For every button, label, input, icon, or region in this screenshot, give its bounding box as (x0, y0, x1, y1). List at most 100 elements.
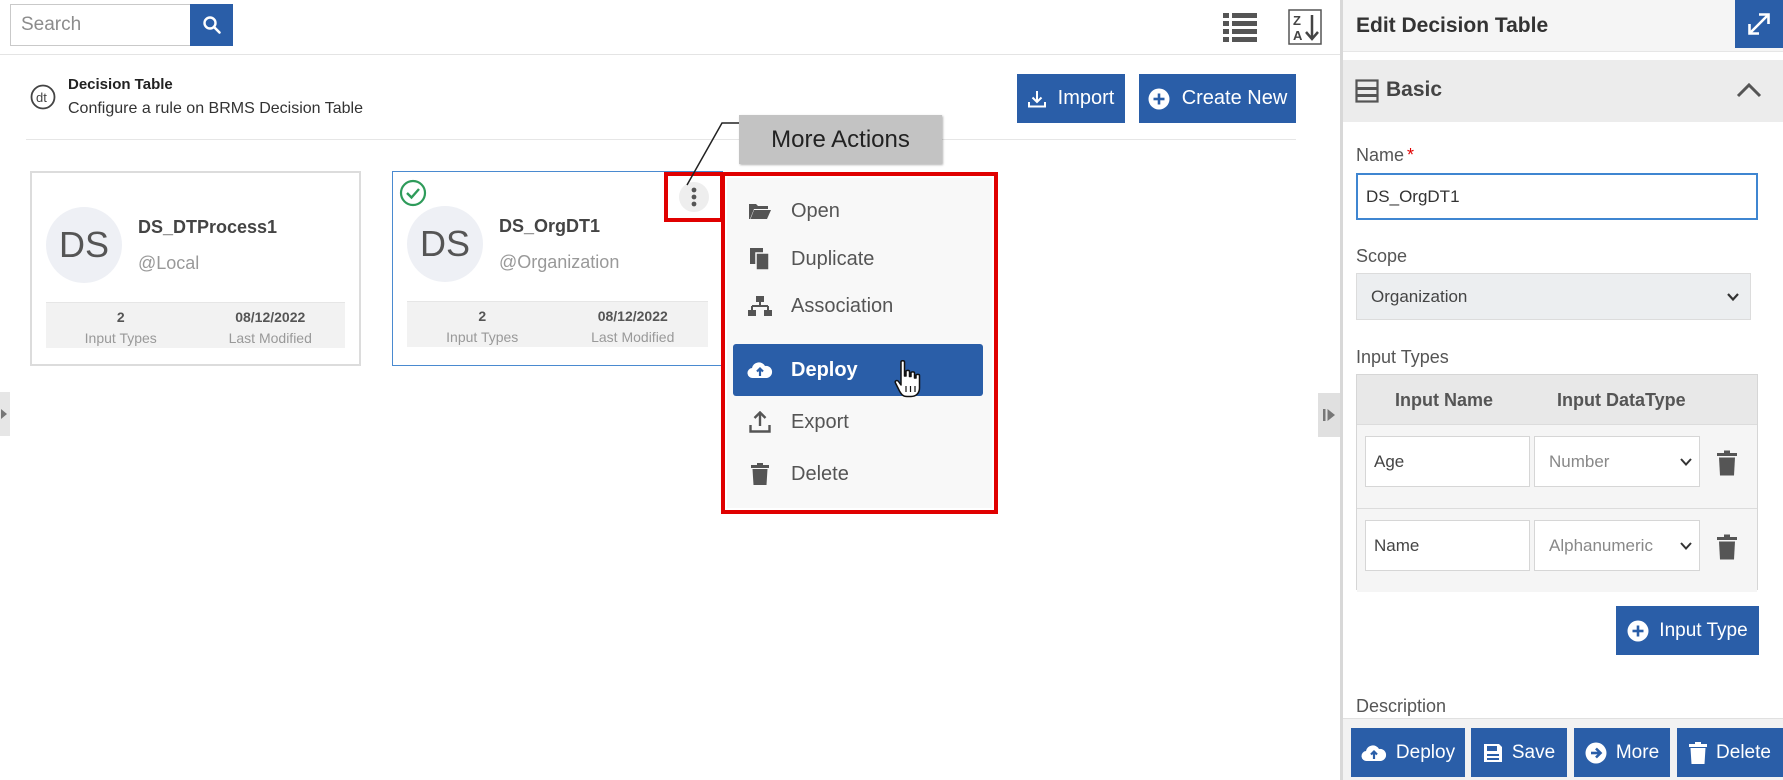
arrow-circle-right-icon (1585, 742, 1607, 763)
left-expand-tab[interactable] (0, 392, 10, 436)
decision-table-icon: dt (30, 84, 56, 110)
collapse-right-icon (1323, 409, 1335, 421)
import-button[interactable]: Import (1017, 74, 1125, 123)
import-label: Import (1057, 87, 1115, 109)
save-label: Save (1511, 741, 1556, 763)
input-types-table: Input Name Input DataType Age Number Nam… (1356, 374, 1758, 592)
card-scope: @Local (138, 253, 200, 273)
search-button[interactable] (190, 4, 233, 46)
card-scope: @Organization (499, 252, 620, 272)
section-title: Basic (1386, 78, 1443, 101)
table-header: Input Name Input DataType (1357, 375, 1757, 424)
top-toolbar: Z A (0, 0, 1340, 55)
description-label: Description (1356, 696, 1447, 716)
search-input[interactable] (10, 4, 190, 46)
save-button[interactable]: Save (1471, 728, 1567, 777)
section-basic-header[interactable]: Basic (1343, 60, 1783, 122)
last-modified-stat: 08/12/2022 Last Modified (558, 302, 709, 347)
name-field-label: Name * (1356, 145, 1414, 166)
expand-button[interactable] (1735, 0, 1783, 48)
plus-circle-icon (1627, 620, 1649, 641)
delete-label: Delete (1716, 741, 1771, 763)
more-label: More (1615, 741, 1660, 763)
save-icon (1483, 743, 1502, 762)
form-icon (1355, 79, 1379, 103)
input-types-stat: 2 Input Types (46, 303, 196, 348)
page-header: dt Decision Table Configure a rule on BR… (26, 68, 1296, 140)
page-title: Decision Table (68, 76, 173, 93)
input-name-field[interactable]: Name (1365, 520, 1530, 571)
card-stats: 2 Input Types 08/12/2022 Last Modified (46, 302, 345, 348)
input-name-field[interactable]: Age (1365, 436, 1530, 487)
panel-footer: Deploy Save More Delete (1343, 718, 1783, 780)
search-icon (202, 16, 221, 34)
card-stats: 2 Input Types 08/12/2022 Last Modified (407, 301, 708, 347)
edit-panel: Edit Decision Table Basic Name* Scope Or… (1343, 0, 1783, 780)
avatar: DS (407, 206, 483, 282)
name-input[interactable] (1356, 173, 1758, 220)
last-modified-label: Last Modified (228, 330, 312, 346)
input-types-count: 2 (116, 309, 125, 325)
column-input-name: Input Name (1395, 390, 1494, 410)
chevron-down-icon (1680, 457, 1692, 466)
chevron-down-icon (1727, 292, 1739, 301)
last-modified-label: Last Modified (591, 329, 675, 345)
input-types-count: 2 (478, 308, 487, 324)
more-button[interactable]: More (1574, 728, 1670, 777)
svg-text:Z: Z (1293, 13, 1301, 28)
card-name: DS_DTProcess1 (138, 217, 278, 237)
scope-field-label: Scope (1356, 246, 1408, 266)
check-circle-icon (399, 179, 427, 207)
trash-icon[interactable] (1716, 450, 1738, 476)
chevron-up-icon (1736, 82, 1762, 98)
sort-button[interactable]: Z A (1288, 9, 1322, 45)
trash-icon[interactable] (1716, 534, 1738, 560)
page-subtitle: Configure a rule on BRMS Decision Table (68, 100, 363, 117)
cloud-upload-icon (1361, 744, 1387, 761)
input-datatype-select[interactable]: Alphanumeric (1534, 520, 1700, 571)
delete-button[interactable]: Delete (1677, 728, 1783, 777)
datatype-value: Alphanumeric (1549, 535, 1653, 555)
sort-az-icon: Z A (1288, 9, 1322, 45)
svg-text:A: A (1293, 28, 1303, 43)
table-row: Name Alphanumeric (1357, 508, 1757, 592)
expand-icon (1748, 13, 1770, 35)
add-input-type-label: Input Type (1659, 619, 1748, 641)
panel-header: Edit Decision Table (1343, 0, 1783, 52)
scope-value: Organization (1371, 286, 1468, 306)
create-new-button[interactable]: Create New (1139, 74, 1296, 123)
plus-circle-icon (1148, 88, 1170, 109)
table-row: Age Number (1357, 424, 1757, 508)
datatype-value: Number (1549, 451, 1610, 471)
column-input-datatype: Input DataType (1557, 390, 1686, 410)
list-view-icon (1223, 13, 1257, 42)
more-vertical-icon (679, 182, 709, 212)
card-name: DS_OrgDT1 (499, 216, 601, 236)
create-new-label: Create New (1181, 87, 1288, 109)
deploy-button[interactable]: Deploy (1351, 728, 1465, 777)
scope-select[interactable]: Organization (1356, 273, 1751, 320)
more-actions-callout: More Actions (739, 115, 942, 164)
last-modified-stat: 08/12/2022 Last Modified (196, 303, 346, 348)
context-menu-highlight (721, 172, 998, 514)
decision-table-card[interactable]: DS DS_DTProcess1 @Local 2 Input Types 08… (30, 171, 361, 366)
panel-title: Edit Decision Table (1356, 14, 1549, 37)
input-types-stat: 2 Input Types (407, 302, 558, 347)
download-icon (1027, 90, 1046, 107)
deploy-label: Deploy (1395, 741, 1456, 763)
avatar: DS (46, 207, 122, 283)
svg-text:dt: dt (36, 90, 47, 105)
input-types-label: Input Types (84, 330, 157, 346)
input-datatype-select[interactable]: Number (1534, 436, 1700, 487)
input-types-field-label: Input Types (1356, 347, 1449, 367)
last-modified-date: 08/12/2022 (597, 308, 668, 324)
collapse-panel-tab[interactable] (1318, 393, 1340, 437)
add-input-type-button[interactable]: Input Type (1616, 606, 1759, 655)
required-marker: * (1407, 145, 1415, 165)
caret-right-icon (1, 409, 7, 419)
name-label-text: Name (1356, 145, 1405, 165)
chevron-down-icon (1680, 541, 1692, 550)
list-view-button[interactable] (1222, 11, 1258, 43)
last-modified-date: 08/12/2022 (235, 309, 306, 325)
input-types-label: Input Types (446, 329, 519, 345)
